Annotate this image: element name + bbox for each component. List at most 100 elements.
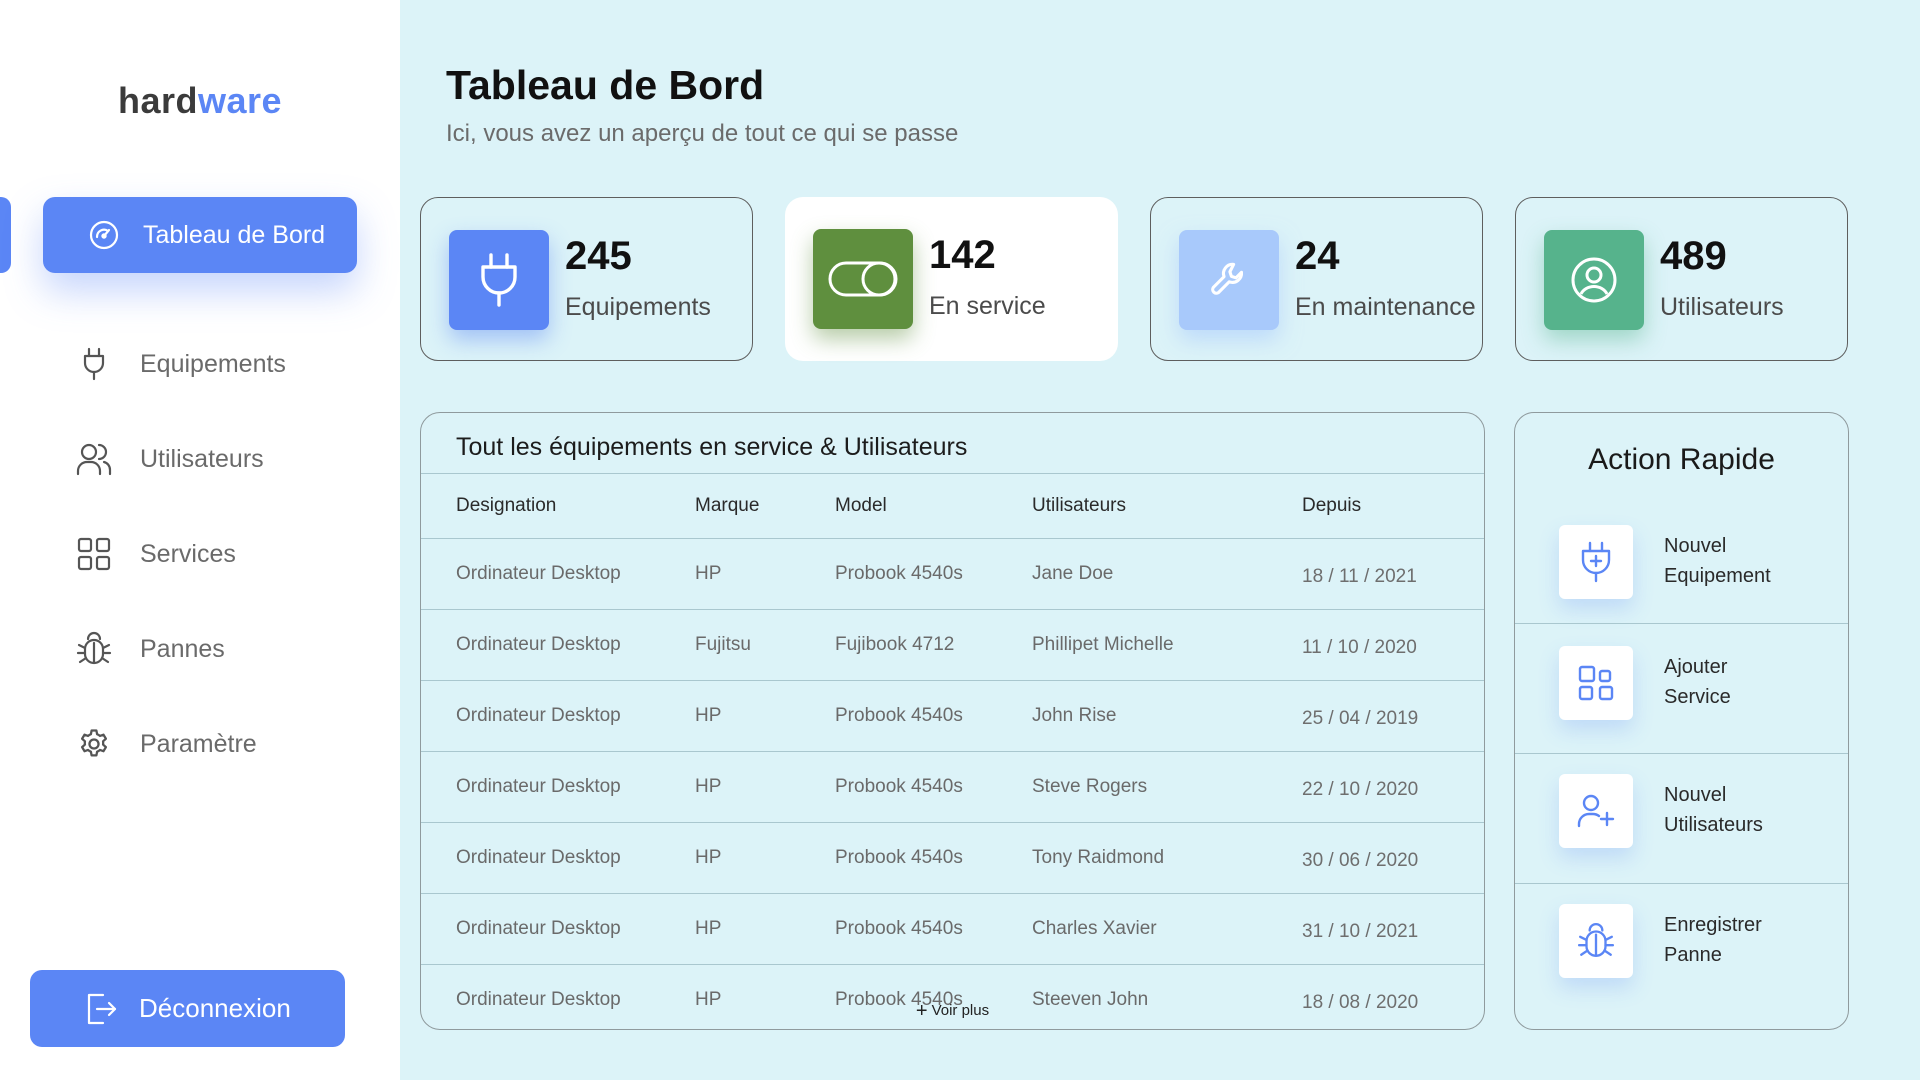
toggle-icon — [813, 229, 913, 329]
quick-actions-card: Action Rapide Nouvel Equipement Ajouter … — [1514, 412, 1849, 1030]
action-label-line2: Utilisateurs — [1664, 814, 1763, 836]
cell-utilisateur: Jane Doe — [1032, 538, 1302, 610]
cell-depuis: 22 / 10 / 2020 — [1302, 751, 1484, 823]
action-label: Ajouter Service — [1664, 652, 1731, 712]
cell-depuis: 31 / 10 / 2021 — [1302, 893, 1484, 965]
cell-utilisateur: Charles Xavier — [1032, 893, 1302, 965]
stat-label: Utilisateurs — [1660, 293, 1784, 321]
action-label: Nouvel Equipement — [1664, 531, 1771, 591]
cell-depuis: 25 / 04 / 2019 — [1302, 680, 1484, 752]
table-row[interactable]: Ordinateur Desktop Fujitsu Fujibook 4712… — [421, 609, 1484, 681]
logout-icon — [87, 993, 117, 1024]
sidebar-item-pannes[interactable]: Pannes — [74, 624, 225, 674]
cell-designation: Ordinateur Desktop — [421, 680, 695, 752]
cell-designation: Ordinateur Desktop — [421, 893, 695, 965]
column-header-designation[interactable]: Designation — [421, 473, 695, 539]
bug-icon — [1559, 904, 1633, 978]
column-header-utilisateurs[interactable]: Utilisateurs — [1032, 473, 1302, 539]
cell-marque: HP — [695, 680, 835, 752]
stat-card-en-maintenance[interactable]: 24 En maintenance — [1150, 197, 1483, 361]
stat-value: 142 — [929, 233, 996, 277]
table-row[interactable]: Ordinateur Desktop HP Probook 4540s Jane… — [421, 538, 1484, 610]
stat-value: 245 — [565, 234, 632, 278]
stat-label: Equipements — [565, 293, 711, 321]
logout-button[interactable]: Déconnexion — [30, 970, 345, 1047]
column-header-model[interactable]: Model — [835, 473, 1032, 539]
action-label-line1: Enregistrer — [1664, 914, 1762, 936]
cell-marque: HP — [695, 822, 835, 894]
cell-marque: HP — [695, 893, 835, 965]
wrench-icon — [1179, 230, 1279, 330]
plug-plus-icon — [1559, 525, 1633, 599]
active-nav-indicator — [0, 197, 11, 273]
sidebar-item-equipements[interactable]: Equipements — [74, 339, 286, 389]
column-header-depuis[interactable]: Depuis — [1302, 473, 1484, 539]
sidebar-item-services[interactable]: Services — [74, 529, 236, 579]
sidebar-item-label: Pannes — [140, 634, 225, 663]
cell-designation: Ordinateur Desktop — [421, 538, 695, 610]
sidebar-item-utilisateurs[interactable]: Utilisateurs — [74, 434, 264, 484]
stat-card-equipements[interactable]: 245 Equipements — [420, 197, 753, 361]
page-title: Tableau de Bord — [446, 62, 765, 108]
cell-designation: Ordinateur Desktop — [421, 822, 695, 894]
column-header-marque[interactable]: Marque — [695, 473, 835, 539]
plug-icon — [449, 230, 549, 330]
sidebar-item-label: Paramètre — [140, 729, 257, 758]
cell-model: Probook 4540s — [835, 822, 1032, 894]
cell-designation: Ordinateur Desktop — [421, 609, 695, 681]
action-label-line2: Panne — [1664, 944, 1722, 966]
sidebar-item-parametre[interactable]: Paramètre — [74, 719, 257, 769]
sidebar-item-tableau-de-bord[interactable]: Tableau de Bord — [43, 197, 357, 273]
stat-card-en-service[interactable]: 142 En service — [785, 197, 1118, 361]
cell-marque: HP — [695, 538, 835, 610]
table-row[interactable]: Ordinateur Desktop HP Probook 4540s Stev… — [421, 751, 1484, 823]
table-row[interactable]: Ordinateur Desktop HP Probook 4540s John… — [421, 680, 1484, 752]
action-nouvel-utilisateurs[interactable]: Nouvel Utilisateurs — [1515, 753, 1848, 884]
action-label-line2: Service — [1664, 686, 1731, 708]
sidebar-item-label: Services — [140, 539, 236, 568]
sidebar: hardware Tableau de Bord Equipements Uti… — [0, 0, 400, 1080]
cell-model: Probook 4540s — [835, 751, 1032, 823]
cell-depuis: 30 / 06 / 2020 — [1302, 822, 1484, 894]
gear-icon — [74, 724, 114, 764]
equipment-table: Designation Marque Model Utilisateurs De… — [421, 473, 1484, 1029]
user-circle-icon — [1544, 230, 1644, 330]
cell-depuis: 11 / 10 / 2020 — [1302, 609, 1484, 681]
brand-logo: hardware — [0, 80, 400, 122]
cell-utilisateur: Tony Raidmond — [1032, 822, 1302, 894]
page-subtitle: Ici, vous avez un aperçu de tout ce qui … — [446, 120, 959, 147]
logout-label: Déconnexion — [139, 993, 291, 1023]
equipment-table-card: Tout les équipements en service & Utilis… — [420, 412, 1485, 1030]
brand-logo-part1: hard — [117, 80, 198, 121]
stat-value: 24 — [1295, 234, 1340, 278]
stat-card-utilisateurs[interactable]: 489 Utilisateurs — [1515, 197, 1848, 361]
voir-plus-link[interactable]: + Voir plus — [421, 1000, 1484, 1023]
table-row[interactable]: Ordinateur Desktop HP Probook 4540s Tony… — [421, 822, 1484, 894]
stat-label: En maintenance — [1295, 293, 1476, 321]
sidebar-item-label: Equipements — [140, 349, 286, 378]
action-nouvel-equipement[interactable]: Nouvel Equipement — [1515, 503, 1848, 633]
action-label-line1: Nouvel — [1664, 535, 1727, 557]
quick-actions-title: Action Rapide — [1588, 443, 1775, 476]
stat-value: 489 — [1660, 234, 1727, 278]
action-label: Nouvel Utilisateurs — [1664, 780, 1763, 840]
plug-icon — [74, 344, 114, 384]
plus-icon: + — [915, 1000, 928, 1022]
action-ajouter-service[interactable]: Ajouter Service — [1515, 623, 1848, 754]
grid-icon — [74, 534, 114, 574]
action-label: Enregistrer Panne — [1664, 910, 1762, 970]
brand-logo-part2: ware — [197, 80, 283, 121]
cell-marque: Fujitsu — [695, 609, 835, 681]
cell-model: Fujibook 4712 — [835, 609, 1032, 681]
main-content: Tableau de Bord Ici, vous avez un aperçu… — [400, 0, 1920, 1080]
action-enregistrer-panne[interactable]: Enregistrer Panne — [1515, 883, 1848, 1014]
table-title: Tout les équipements en service & Utilis… — [456, 433, 968, 461]
cell-designation: Ordinateur Desktop — [421, 751, 695, 823]
sidebar-item-label: Utilisateurs — [140, 444, 264, 473]
table-row[interactable]: Ordinateur Desktop HP Probook 4540s Char… — [421, 893, 1484, 965]
cell-utilisateur: John Rise — [1032, 680, 1302, 752]
equipment-table-wrap: Designation Marque Model Utilisateurs De… — [421, 473, 1484, 1029]
cell-marque: HP — [695, 751, 835, 823]
bug-icon — [74, 629, 114, 669]
stat-label: En service — [929, 292, 1046, 320]
